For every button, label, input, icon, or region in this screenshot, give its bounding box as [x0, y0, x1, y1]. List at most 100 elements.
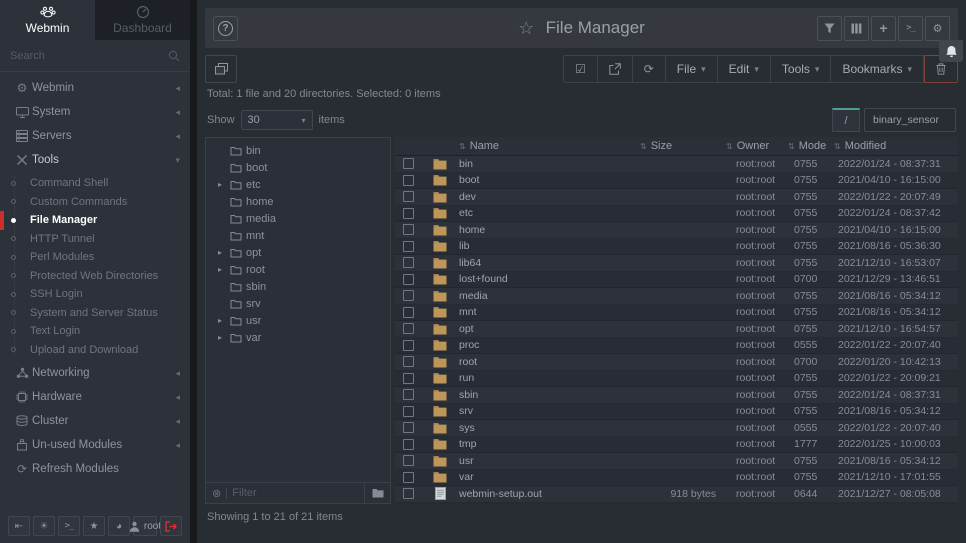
expander-icon[interactable]: ▸: [214, 316, 226, 325]
column-header-name[interactable]: ⇅ Name: [459, 140, 626, 152]
select-all-button[interactable]: ☑: [563, 55, 598, 83]
table-row-proc[interactable]: proc root:root 0555 2022/01/22 - 20:07:4…: [395, 338, 958, 355]
menu-edit-button[interactable]: Edit▾: [718, 55, 771, 83]
path-search-input[interactable]: [864, 108, 956, 132]
column-header-mode[interactable]: ⇅ Mode: [788, 140, 834, 152]
row-checkbox[interactable]: [403, 158, 414, 169]
menu-bookmarks-button[interactable]: Bookmarks▾: [831, 55, 924, 83]
notifications-tab[interactable]: [939, 40, 963, 62]
menu-tools-button[interactable]: Tools▾: [771, 55, 832, 83]
sidebar-item-http-tunnel[interactable]: HTTP Tunnel: [0, 230, 190, 249]
sidebar-item-system-and-server-status[interactable]: System and Server Status: [0, 304, 190, 323]
table-row-tmp[interactable]: tmp root:root 1777 2022/01/25 - 10:00:03: [395, 437, 958, 454]
shell-button[interactable]: >_: [58, 516, 80, 536]
tree-item-etc[interactable]: ▸ etc: [206, 176, 390, 193]
sidebar-category-refresh-modules[interactable]: ⟳ Refresh Modules: [0, 457, 190, 481]
tree-item-var[interactable]: ▸ var: [206, 329, 390, 346]
table-row-home[interactable]: home root:root 0755 2021/04/10 - 16:15:0…: [395, 222, 958, 239]
row-checkbox[interactable]: [403, 439, 414, 450]
column-header-owner[interactable]: ⇅ Owner: [726, 140, 788, 152]
sidebar-category-hardware[interactable]: Hardware ◂: [0, 385, 190, 409]
tree-item-bin[interactable]: bin: [206, 142, 390, 159]
table-row-usr[interactable]: usr root:root 0755 2021/08/16 - 05:34:12: [395, 453, 958, 470]
table-row-dev[interactable]: dev root:root 0755 2022/01/22 - 20:07:49: [395, 189, 958, 206]
expander-icon[interactable]: ▸: [214, 333, 226, 342]
row-checkbox[interactable]: [403, 422, 414, 433]
columns-button[interactable]: [844, 16, 869, 41]
favorites-button[interactable]: ★: [83, 516, 105, 536]
tree-filter-input[interactable]: [232, 487, 364, 499]
logout-button[interactable]: [160, 516, 182, 536]
settings-button[interactable]: ⚙: [925, 16, 950, 41]
row-checkbox[interactable]: [403, 208, 414, 219]
row-checkbox[interactable]: [403, 488, 414, 499]
expander-icon[interactable]: ▸: [214, 265, 226, 274]
sidebar-category-networking[interactable]: Networking ◂: [0, 361, 190, 385]
tree-item-root[interactable]: ▸ root: [206, 261, 390, 278]
table-row-run[interactable]: run root:root 0755 2022/01/22 - 20:09:21: [395, 371, 958, 388]
row-checkbox[interactable]: [403, 175, 414, 186]
table-row-sys[interactable]: sys root:root 0555 2022/01/22 - 20:07:40: [395, 420, 958, 437]
menu-file-button[interactable]: File▾: [666, 55, 718, 83]
tab-dashboard[interactable]: Dashboard: [95, 0, 190, 40]
sidebar-category-system[interactable]: System ◂: [0, 100, 190, 124]
sidebar-category-servers[interactable]: Servers ◂: [0, 124, 190, 148]
table-row-bin[interactable]: bin root:root 0755 2022/01/24 - 08:37:31: [395, 156, 958, 173]
sidebar-item-ssh-login[interactable]: SSH Login: [0, 285, 190, 304]
expander-icon[interactable]: ▸: [214, 180, 226, 189]
row-checkbox[interactable]: [403, 191, 414, 202]
tree-item-usr[interactable]: ▸ usr: [206, 312, 390, 329]
stats-button[interactable]: ◕: [108, 516, 130, 536]
row-checkbox[interactable]: [403, 274, 414, 285]
tree-item-opt[interactable]: ▸ opt: [206, 244, 390, 261]
row-checkbox[interactable]: [403, 257, 414, 268]
paste-buffer-button[interactable]: [205, 55, 237, 83]
sidebar-item-protected-web-directories[interactable]: Protected Web Directories: [0, 267, 190, 286]
collapse-sidebar-button[interactable]: ⇤: [8, 516, 30, 536]
column-header-modified[interactable]: ⇅ Modified: [834, 140, 958, 152]
path-root-button[interactable]: /: [832, 108, 860, 132]
show-count-select[interactable]: 30 ▾: [241, 110, 313, 130]
table-row-mnt[interactable]: mnt root:root 0755 2021/08/16 - 05:34:12: [395, 305, 958, 322]
row-checkbox[interactable]: [403, 307, 414, 318]
sidebar-item-upload-and-download[interactable]: Upload and Download: [0, 341, 190, 360]
tree-item-sbin[interactable]: sbin: [206, 278, 390, 295]
tree-item-boot[interactable]: boot: [206, 159, 390, 176]
table-row-srv[interactable]: srv root:root 0755 2021/08/16 - 05:34:12: [395, 404, 958, 421]
row-checkbox[interactable]: [403, 241, 414, 252]
column-header-size[interactable]: ⇅ Size: [626, 140, 726, 152]
sidebar-item-text-login[interactable]: Text Login: [0, 322, 190, 341]
row-checkbox[interactable]: [403, 290, 414, 301]
tab-webmin[interactable]: Webmin: [0, 0, 95, 40]
table-row-opt[interactable]: opt root:root 0755 2021/12/10 - 16:54:57: [395, 321, 958, 338]
table-row-webmin-setup-out[interactable]: webmin-setup.out 918 bytes root:root 064…: [395, 486, 958, 503]
sidebar-category-tools[interactable]: Tools ▾: [0, 148, 190, 172]
table-row-media[interactable]: media root:root 0755 2021/08/16 - 05:34:…: [395, 288, 958, 305]
sidebar-category-un-used-modules[interactable]: Un-used Modules ◂: [0, 433, 190, 457]
sidebar-item-command-shell[interactable]: Command Shell: [0, 174, 190, 193]
add-button[interactable]: +: [871, 16, 896, 41]
user-button[interactable]: root: [133, 516, 157, 536]
clear-filter-icon[interactable]: ⊗: [212, 487, 221, 500]
sidebar-category-cluster[interactable]: Cluster ◂: [0, 409, 190, 433]
sidebar-category-webmin[interactable]: ⚙ Webmin ◂: [0, 76, 190, 100]
row-checkbox[interactable]: [403, 224, 414, 235]
row-checkbox[interactable]: [403, 406, 414, 417]
row-checkbox[interactable]: [403, 389, 414, 400]
tree-item-home[interactable]: home: [206, 193, 390, 210]
table-row-lost-found[interactable]: lost+found root:root 0700 2021/12/29 - 1…: [395, 272, 958, 289]
console-button[interactable]: >_: [898, 16, 923, 41]
table-row-etc[interactable]: etc root:root 0755 2022/01/24 - 08:37:42: [395, 206, 958, 223]
tree-item-srv[interactable]: srv: [206, 295, 390, 312]
row-checkbox[interactable]: [403, 472, 414, 483]
table-row-var[interactable]: var root:root 0755 2021/12/10 - 17:01:55: [395, 470, 958, 487]
table-row-root[interactable]: root root:root 0700 2022/01/20 - 10:42:1…: [395, 354, 958, 371]
theme-toggle-button[interactable]: ☀: [33, 516, 55, 536]
export-button[interactable]: [598, 55, 633, 83]
row-checkbox[interactable]: [403, 455, 414, 466]
help-button[interactable]: ?: [213, 16, 238, 41]
sidebar-item-custom-commands[interactable]: Custom Commands: [0, 193, 190, 212]
tree-item-mnt[interactable]: mnt: [206, 227, 390, 244]
row-checkbox[interactable]: [403, 356, 414, 367]
sidebar-item-file-manager[interactable]: File Manager: [0, 211, 190, 230]
